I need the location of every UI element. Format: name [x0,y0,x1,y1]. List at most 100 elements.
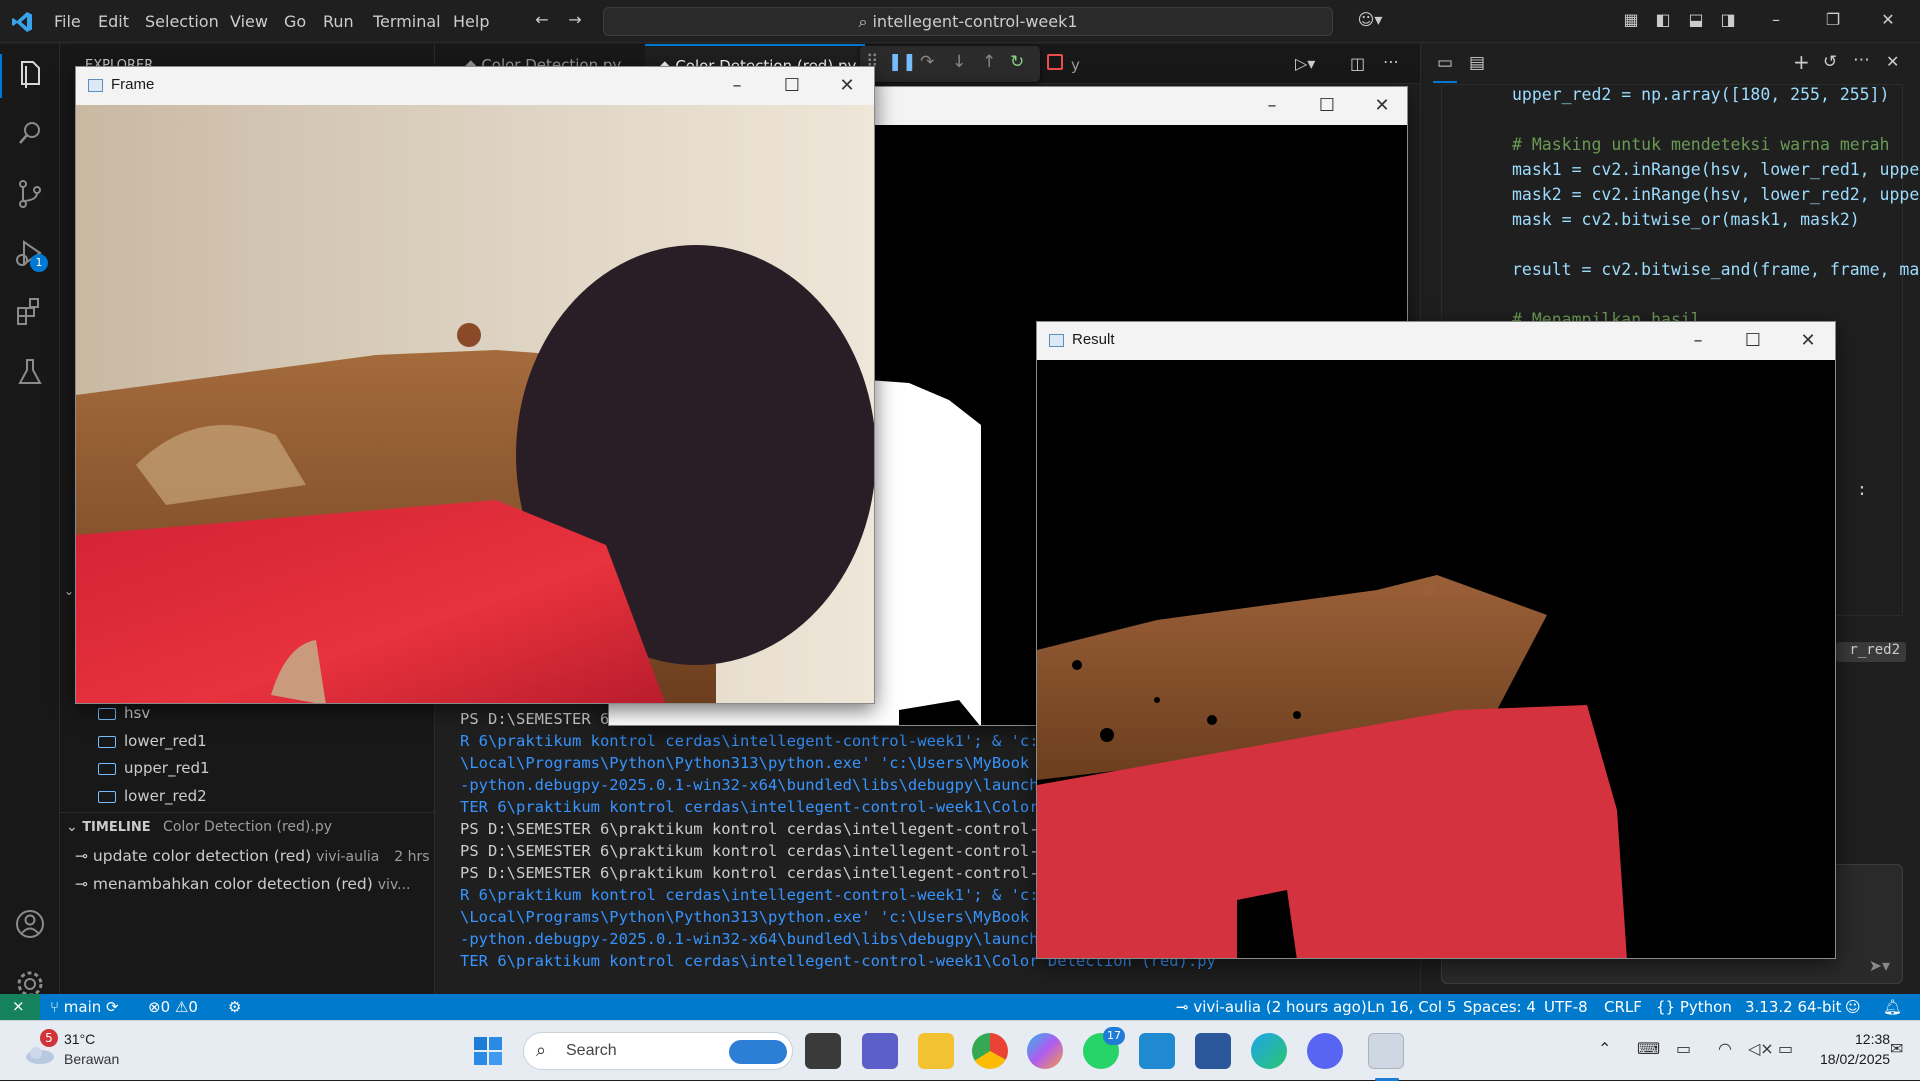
remote-indicator[interactable]: ⨯ [0,994,40,1020]
copilot-app-icon[interactable] [1027,1033,1063,1069]
edge-icon[interactable] [1251,1033,1287,1069]
edits-icon[interactable]: ▤ [1469,53,1485,73]
encoding[interactable]: UTF-8 [1544,998,1588,1016]
minimize-icon[interactable]: – [1257,93,1287,119]
menu-view[interactable]: View [230,12,268,31]
whatsapp-icon[interactable]: 17 [1083,1027,1125,1069]
menu-go[interactable]: Go [284,12,306,31]
vscode-taskbar-icon[interactable] [1139,1033,1175,1069]
variable-item[interactable]: lower_red1 [98,732,207,750]
word-icon[interactable] [1195,1033,1231,1069]
chrome-icon[interactable] [972,1033,1008,1069]
toggle-secondary-sidebar-icon[interactable]: ◨ [1717,10,1739,32]
speaker-muted-icon[interactable]: ◁× [1748,1039,1774,1058]
battery-icon[interactable]: ▭ [1778,1039,1793,1058]
command-center-search[interactable]: ⌕ intellegent-control-week1 [603,7,1333,36]
timeline-header[interactable]: ⌄ TIMELINE Color Detection (red).py [66,819,332,835]
close-panel-icon[interactable]: ✕ [1886,52,1899,71]
task-view-icon[interactable] [805,1033,841,1069]
maximize-icon[interactable]: ☐ [777,73,807,99]
close-icon[interactable]: ✕ [1877,10,1899,32]
result-window[interactable]: Result – ☐ ✕ [1036,321,1836,959]
menu-file[interactable]: File [54,12,81,31]
display-icon[interactable]: ▭ [1676,1039,1691,1058]
file-explorer-icon[interactable] [918,1033,954,1069]
git-blame[interactable]: ⊸ vivi-aulia (2 hours ago) [1176,998,1367,1016]
maximize-icon[interactable]: ☐ [1738,328,1768,354]
testing-icon[interactable] [12,354,48,390]
minimize-icon[interactable]: – [1765,10,1787,32]
result-window-titlebar[interactable]: Result – ☐ ✕ [1037,322,1835,360]
cursor-position[interactable]: Ln 16, Col 5 [1367,998,1456,1016]
wifi-icon[interactable]: ◠ [1718,1039,1732,1058]
menu-selection[interactable]: Selection [145,12,219,31]
timeline-item[interactable]: ⊸ menambahkan color detection (red) viv.… [75,875,411,893]
chat-icon[interactable]: ▭ [1437,53,1453,73]
pause-icon[interactable]: ❚❚ [888,52,917,72]
step-into-icon[interactable]: ↓ [952,52,966,72]
chevron-down-icon[interactable]: ⌄ [64,584,74,598]
windows-start-icon[interactable] [472,1035,504,1067]
end-of-line[interactable]: CRLF [1604,998,1642,1016]
close-icon[interactable]: ✕ [832,73,862,99]
history-icon[interactable]: ↺ [1823,52,1837,72]
search-icon[interactable] [12,116,48,152]
toggle-panel-icon[interactable]: ⬓ [1685,10,1707,32]
forward-arrow-icon[interactable]: → [564,10,586,32]
copilot-icon[interactable]: ☺▾ [1350,10,1390,32]
extensions-icon[interactable] [12,294,48,330]
split-editor-icon[interactable]: ◫ [1350,54,1365,73]
language-mode[interactable]: {} Python [1656,998,1732,1016]
chevron-up-icon[interactable]: ⌃ [1598,1039,1611,1058]
timeline-item[interactable]: ⊸ update color detection (red) vivi-auli… [75,847,430,865]
clock-date[interactable]: 18/02/2025 [1820,1051,1890,1067]
keyboard-icon[interactable]: ⌨ [1637,1039,1660,1058]
customize-layout-icon[interactable]: ▦ [1620,10,1642,32]
teams-icon[interactable] [862,1033,898,1069]
step-over-icon[interactable]: ↷ [920,52,934,72]
accounts-icon[interactable] [12,906,48,942]
discord-icon[interactable] [1307,1033,1343,1069]
source-control-icon[interactable] [12,176,48,212]
taskbar-search[interactable]: ⌕ Search [523,1032,793,1070]
back-arrow-icon[interactable]: ← [531,10,553,32]
tab-partial[interactable]: y [1071,56,1080,74]
indentation[interactable]: Spaces: 4 [1463,998,1536,1016]
close-icon[interactable]: ✕ [1367,93,1397,119]
minimize-icon[interactable]: – [722,73,752,99]
problems-indicator[interactable]: ⊗0 ⚠0 [148,998,198,1016]
clock-time[interactable]: 12:38 [1855,1031,1890,1047]
menu-terminal[interactable]: Terminal [373,12,441,31]
debug-status-icon[interactable]: ⚙ [228,998,241,1016]
weather-widget[interactable]: 5 [22,1029,58,1069]
restore-icon[interactable]: ❐ [1822,10,1844,32]
restart-icon[interactable]: ↻ [1010,52,1024,72]
stop-icon[interactable] [1047,54,1063,70]
variable-item[interactable]: upper_red1 [98,759,210,777]
toggle-sidebar-icon[interactable]: ◧ [1652,10,1674,32]
variable-chip[interactable]: r_red2 [1836,642,1906,662]
frame-window-titlebar[interactable]: Frame – ☐ ✕ [76,67,874,105]
notifications-bell-icon[interactable]: 🔔︎ [1883,998,1902,1016]
step-out-icon[interactable]: ↑ [982,52,996,72]
close-icon[interactable]: ✕ [1793,328,1823,354]
more-actions-icon[interactable]: ⋯ [1383,52,1399,71]
explorer-icon[interactable] [12,56,48,92]
new-chat-icon[interactable]: + [1793,50,1810,74]
more-actions-icon[interactable]: ⋯ [1853,50,1870,70]
copilot-status-icon[interactable]: ☺ [1845,998,1861,1016]
menu-run[interactable]: Run [323,12,354,31]
menu-help[interactable]: Help [453,12,489,31]
variable-item[interactable]: lower_red2 [98,787,207,805]
maximize-icon[interactable]: ☐ [1312,93,1342,119]
notification-icon[interactable]: ✉ [1890,1039,1903,1058]
minimize-icon[interactable]: – [1683,328,1713,354]
run-python-icon[interactable]: ▷▾ [1295,54,1315,73]
frame-window[interactable]: Frame – ☐ ✕ [75,66,875,704]
menu-edit[interactable]: Edit [98,12,129,31]
variable-item[interactable]: hsv [98,704,150,722]
vscode-logo-icon[interactable] [10,10,34,34]
branch-indicator[interactable]: ⑂ main ⟳ [50,998,119,1016]
python-window-icon[interactable] [1368,1033,1404,1081]
python-interpreter[interactable]: 3.13.2 64-bit [1745,998,1842,1016]
